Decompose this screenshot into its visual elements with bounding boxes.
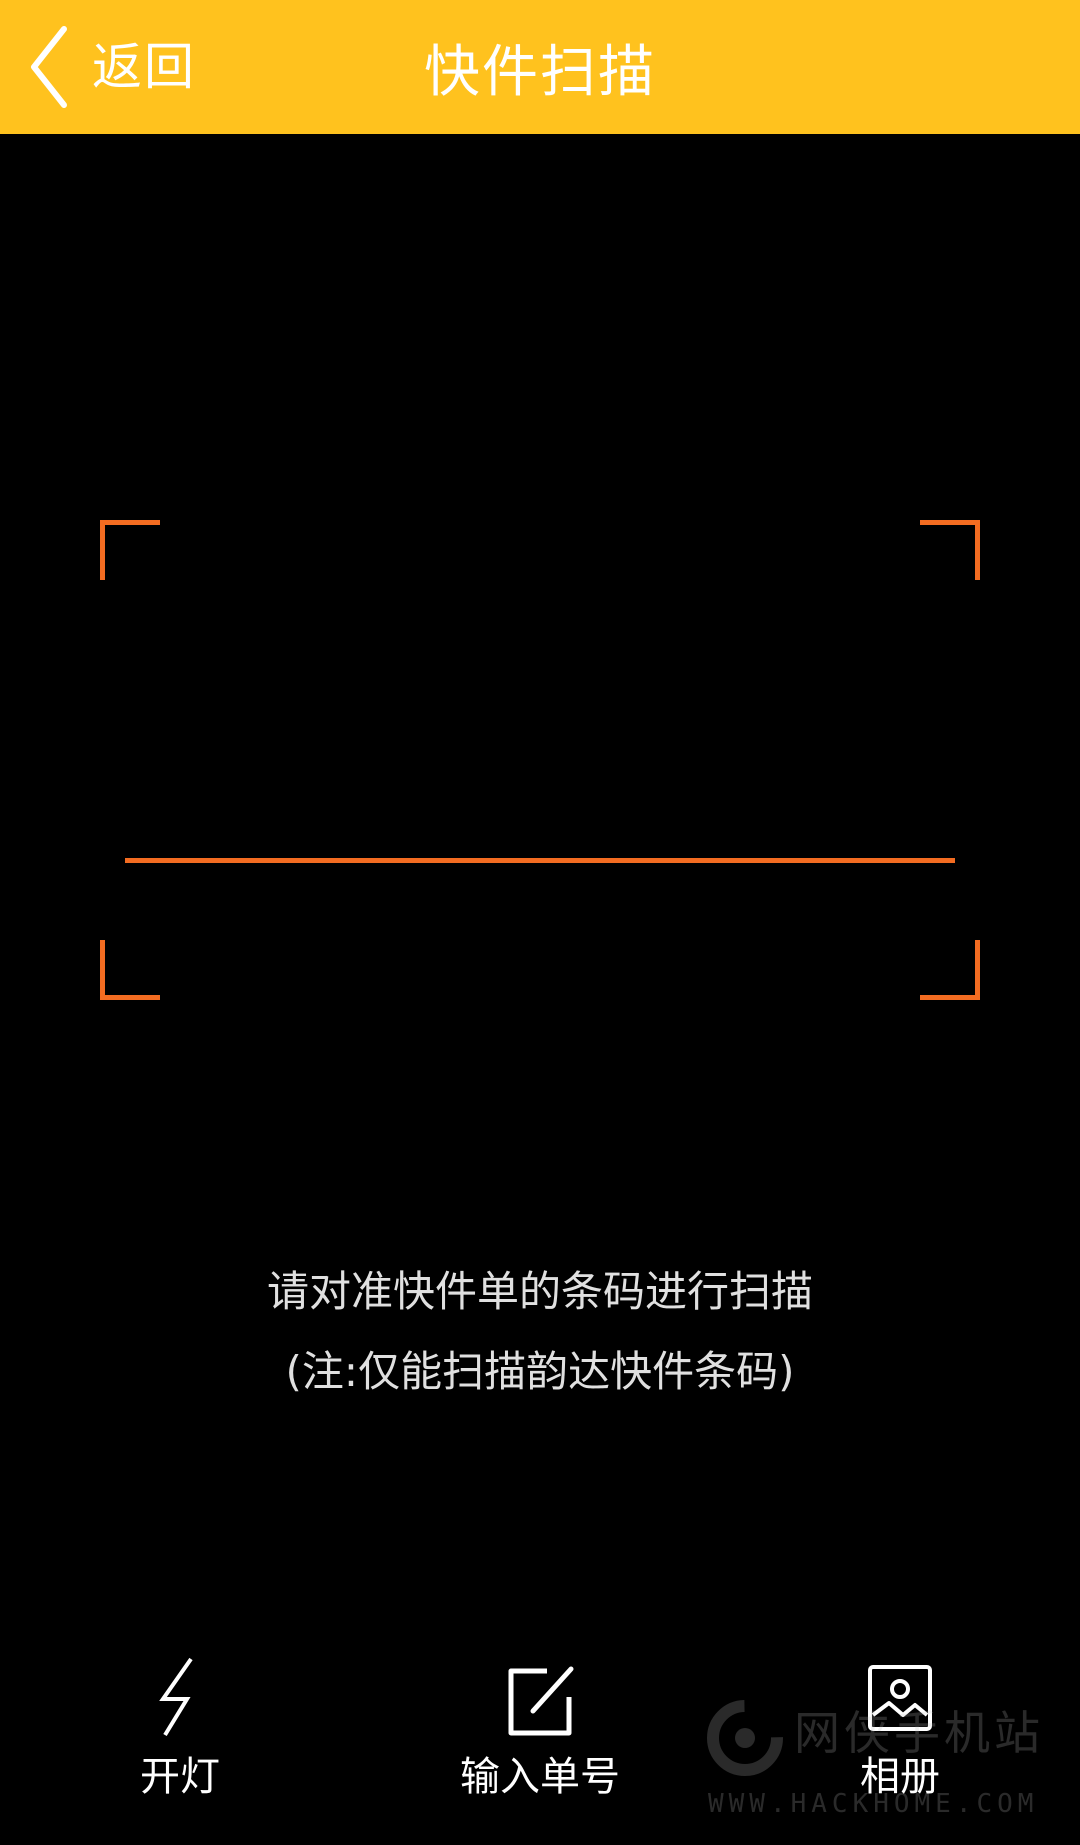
album-label: 相册: [860, 1754, 940, 1800]
bottom-toolbar: 开灯 输入单号 相册: [0, 1655, 1080, 1845]
scan-screen: 返回 快件扫描 请对准快件单的条码进行扫描 (注:仅能扫描韵达快件条码) 开灯 …: [0, 0, 1080, 1845]
back-label: 返回: [92, 38, 196, 96]
album-icon: [868, 1665, 932, 1731]
back-button[interactable]: 返回: [24, 20, 196, 114]
scan-line: [125, 858, 955, 863]
input-number-label: 输入单号: [460, 1754, 620, 1800]
scan-hint-line1: 请对准快件单的条码进行扫描: [266, 1267, 813, 1316]
scan-corner-top-left: [100, 520, 160, 580]
scan-hint: 请对准快件单的条码进行扫描 (注:仅能扫描韵达快件条码): [0, 1252, 1080, 1412]
scan-corner-top-right: [920, 520, 980, 580]
scan-hint-line2: (注:仅能扫描韵达快件条码): [285, 1347, 795, 1396]
top-bar: 返回 快件扫描: [0, 0, 1080, 134]
scan-frame: [100, 520, 980, 1000]
input-number-button[interactable]: 输入单号: [420, 1655, 660, 1845]
chevron-left-icon: [31, 26, 67, 108]
album-button[interactable]: 相册: [780, 1655, 1020, 1845]
scan-corner-bottom-left: [100, 940, 160, 1000]
flash-button[interactable]: 开灯: [60, 1655, 300, 1845]
scan-corner-bottom-right: [920, 940, 980, 1000]
flash-icon: [159, 1657, 193, 1737]
edit-icon: [508, 1666, 574, 1736]
flash-label: 开灯: [140, 1754, 220, 1800]
